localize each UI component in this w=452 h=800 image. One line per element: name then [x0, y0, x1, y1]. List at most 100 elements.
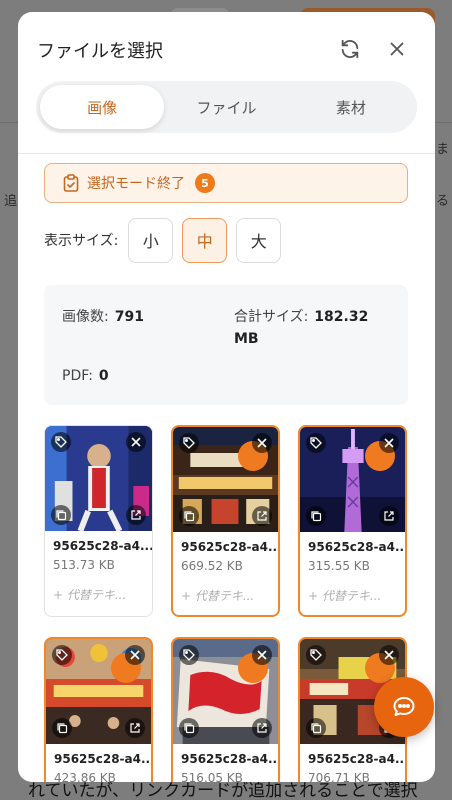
display-size-label: 表示サイズ: — [44, 233, 119, 249]
bg-side-text: る — [436, 194, 450, 209]
open-external-button[interactable] — [252, 506, 272, 526]
tab-bar: 画像 ファイル 素材 — [36, 81, 417, 133]
remove-button[interactable] — [126, 432, 146, 452]
total-size-label: 合計サイズ: — [234, 309, 309, 325]
remove-button[interactable] — [252, 645, 272, 665]
image-name: 95625c28-a4... — [308, 540, 407, 554]
tab-images[interactable]: 画像 — [40, 85, 165, 129]
copy-button[interactable] — [306, 718, 326, 738]
file-select-modal: ファイルを選択 画像 ファイル 素材 選択モード終了 5 表示サイズ: 小 中 … — [18, 12, 435, 782]
size-small-button[interactable]: 小 — [128, 217, 174, 263]
image-card[interactable]: 95625c28-a4... 315.55 KB + 代替テキ... — [298, 425, 407, 617]
add-alt-text-link[interactable]: + 代替テキ... — [181, 587, 254, 604]
image-name: 95625c28-a4... — [54, 752, 153, 766]
bg-side-text: 追 — [4, 194, 18, 209]
external-link-icon — [257, 511, 267, 521]
image-card[interactable]: 95625c28-a4... 423.86 KB — [44, 637, 153, 782]
copy-icon — [56, 510, 67, 521]
tag-icon — [310, 437, 322, 449]
image-size: 669.52 KB — [181, 559, 243, 573]
image-count-value: 791 — [114, 309, 144, 325]
tag-icon — [183, 437, 195, 449]
close-icon — [257, 438, 267, 448]
open-external-button[interactable] — [126, 505, 146, 525]
size-medium-button[interactable]: 中 — [182, 217, 228, 263]
image-size: 423.86 KB — [54, 771, 116, 782]
tag-icon — [56, 649, 68, 661]
image-name: 95625c28-a4... — [53, 539, 153, 553]
pdf-count-label: PDF: — [62, 368, 93, 384]
image-size: 513.73 KB — [53, 558, 115, 572]
copy-button[interactable] — [52, 718, 72, 738]
modal-content[interactable]: 選択モード終了 5 表示サイズ: 小 中 大 画像数: 791 合計サイズ: 182… — [18, 154, 435, 782]
remove-button[interactable] — [379, 433, 399, 453]
modal-title: ファイルを選択 — [37, 41, 163, 62]
refresh-icon — [341, 39, 359, 59]
open-external-button[interactable] — [379, 506, 399, 526]
remove-button[interactable] — [125, 645, 145, 665]
close-icon — [257, 650, 267, 660]
image-name: 95625c28-a4... — [308, 752, 407, 766]
open-external-button[interactable] — [252, 718, 272, 738]
image-card[interactable]: 95625c28-a4... 516.05 KB — [171, 637, 280, 782]
clipboard-icon — [63, 174, 79, 192]
pdf-count-stat: PDF: 0 — [62, 368, 109, 384]
external-link-icon — [257, 723, 267, 733]
tag-button[interactable] — [179, 645, 199, 665]
external-link-icon — [131, 510, 141, 520]
close-button[interactable] — [384, 36, 410, 62]
image-count-label: 画像数: — [62, 309, 109, 325]
size-large-button[interactable]: 大 — [236, 217, 282, 263]
copy-button[interactable] — [51, 505, 71, 525]
tag-icon — [310, 649, 322, 661]
image-thumbnail[interactable] — [173, 427, 278, 532]
select-mode-label: 選択モード終了 — [87, 176, 185, 192]
image-card[interactable]: 95625c28-a4... 513.73 KB + 代替テキ... — [44, 425, 153, 617]
chat-fab-button[interactable] — [374, 677, 434, 737]
tab-files[interactable]: ファイル — [164, 85, 288, 129]
display-size-selector: 表示サイズ: 小 中 大 — [44, 217, 290, 263]
image-thumbnail[interactable] — [300, 427, 405, 532]
tag-button[interactable] — [51, 432, 71, 452]
copy-icon — [311, 723, 322, 734]
copy-button[interactable] — [306, 506, 326, 526]
close-icon — [390, 42, 404, 56]
tab-materials[interactable]: 素材 — [289, 85, 413, 129]
image-thumbnail[interactable] — [45, 426, 152, 531]
exit-select-mode-button[interactable]: 選択モード終了 5 — [44, 163, 408, 203]
tag-button[interactable] — [179, 433, 199, 453]
tag-button[interactable] — [306, 645, 326, 665]
external-link-icon — [130, 723, 140, 733]
open-external-button[interactable] — [125, 718, 145, 738]
refresh-button[interactable] — [337, 36, 363, 62]
copy-button[interactable] — [179, 718, 199, 738]
image-count-stat: 画像数: 791 — [62, 306, 144, 326]
tag-button[interactable] — [306, 433, 326, 453]
image-thumbnail[interactable] — [173, 639, 278, 744]
stats-panel: 画像数: 791 合計サイズ: 182.32 MB PDF: 0 — [44, 285, 408, 405]
selected-count-badge: 5 — [195, 173, 215, 193]
image-card[interactable]: 95625c28-a4... 669.52 KB + 代替テキ... — [171, 425, 280, 617]
pdf-count-value: 0 — [98, 368, 109, 384]
add-alt-text-link[interactable]: + 代替テキ... — [53, 586, 126, 603]
remove-button[interactable] — [379, 645, 399, 665]
image-size: 516.05 KB — [181, 771, 243, 782]
copy-icon — [311, 511, 322, 522]
copy-button[interactable] — [179, 506, 199, 526]
image-name: 95625c28-a4... — [181, 752, 280, 766]
copy-icon — [184, 723, 195, 734]
remove-button[interactable] — [252, 433, 272, 453]
tag-button[interactable] — [52, 645, 72, 665]
bg-side-text: ま — [436, 142, 450, 157]
image-name: 95625c28-a4... — [181, 540, 280, 554]
external-link-icon — [384, 511, 394, 521]
tag-icon — [183, 649, 195, 661]
add-alt-text-link[interactable]: + 代替テキ... — [308, 587, 381, 604]
close-icon — [384, 650, 394, 660]
close-icon — [131, 437, 141, 447]
copy-icon — [184, 511, 195, 522]
close-icon — [130, 650, 140, 660]
image-thumbnail[interactable] — [46, 639, 151, 744]
chat-icon — [393, 697, 415, 716]
image-size: 706.71 KB — [308, 771, 370, 782]
